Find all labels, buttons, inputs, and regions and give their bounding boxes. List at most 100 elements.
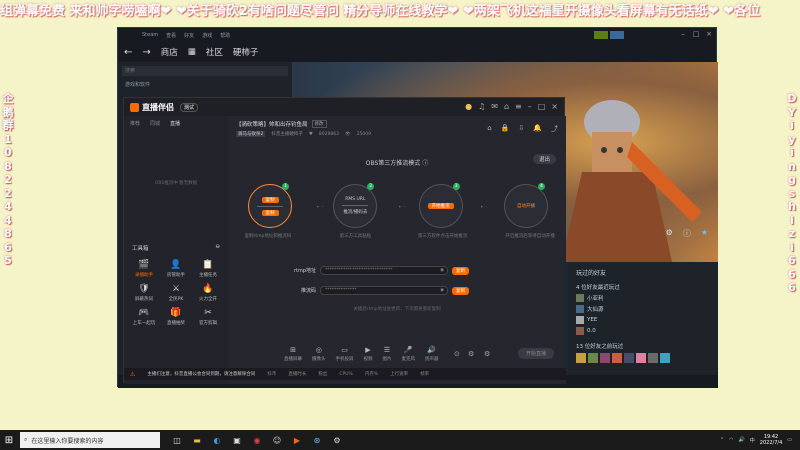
chrome-icon[interactable]: ◉ xyxy=(250,433,264,447)
rtmp-input[interactable]: ****************************** ◉ xyxy=(320,266,448,275)
volume-icon[interactable]: 🔊 xyxy=(739,437,745,443)
friend-avatar[interactable] xyxy=(636,353,646,363)
eye-icon[interactable]: ◉ xyxy=(440,287,444,295)
close-icon[interactable]: × xyxy=(551,102,558,111)
steam-menu-steam[interactable]: Steam xyxy=(142,32,158,38)
help-icon[interactable]: ⓘ xyxy=(422,160,428,167)
settings-icon[interactable]: ⚙ xyxy=(330,433,344,447)
menu-icon[interactable]: ≡ xyxy=(515,102,522,111)
close-icon[interactable]: × xyxy=(704,30,714,38)
back-arrow-icon[interactable]: ← xyxy=(124,47,132,58)
toolbox-item[interactable]: 🛡 屏蔽热词 xyxy=(128,284,160,302)
friend-avatar[interactable] xyxy=(576,353,586,363)
edge-browser-icon[interactable]: ◐ xyxy=(210,433,224,447)
friend-avatar[interactable] xyxy=(660,353,670,363)
steam-menu-help[interactable]: 帮助 xyxy=(220,32,230,39)
toolbox-item[interactable]: 🔥 火力全开 xyxy=(192,284,224,302)
version-badge[interactable]: 测试 xyxy=(180,102,199,112)
network-icon[interactable]: ◠ xyxy=(729,437,733,443)
friend-avatar[interactable] xyxy=(600,353,610,363)
tray-chevron-icon[interactable]: ⌃ xyxy=(720,437,724,443)
windows-start-icon[interactable]: ⊞ xyxy=(0,430,18,450)
steam-menu-games[interactable]: 游戏 xyxy=(202,32,212,39)
friend-item[interactable]: 大仙源 xyxy=(576,304,710,314)
qq-icon[interactable]: ☺ xyxy=(270,433,284,447)
live-app-icon[interactable]: ▶ xyxy=(290,433,304,447)
minimize-icon[interactable]: – xyxy=(678,30,688,38)
steam-nav-community[interactable]: 社区 xyxy=(206,46,223,58)
steam-menu-friends[interactable]: 好友 xyxy=(184,32,194,39)
edit-title-button[interactable]: 修改 xyxy=(311,120,327,128)
favorite-star-icon[interactable]: ★ xyxy=(701,228,708,239)
friend-avatar[interactable] xyxy=(612,353,622,363)
stream-key-input[interactable]: ************** ◉ xyxy=(320,286,448,295)
steam-nav-user[interactable]: 硬柿子 xyxy=(233,46,259,58)
toolbox-item[interactable]: 📋 主播任务 xyxy=(192,260,224,278)
source-tool-button[interactable]: ☰ 图片 xyxy=(383,346,392,362)
gear-icon[interactable]: ⚙ xyxy=(484,350,490,358)
steam-app-icon[interactable]: ⊛ xyxy=(310,433,324,447)
avatar-icon[interactable]: ● xyxy=(465,102,472,111)
copy-key-button[interactable]: 复制 xyxy=(452,286,469,295)
bag-icon[interactable]: ⌂ xyxy=(487,124,491,134)
download-icon[interactable]: ⇩ xyxy=(518,124,524,134)
share-icon[interactable]: ⤴ xyxy=(551,124,558,134)
collapse-icon[interactable]: ⊖ xyxy=(215,244,220,252)
tab-recommend[interactable]: 推荐 xyxy=(130,120,140,127)
source-tool-button[interactable]: 🔊 扬声器 xyxy=(425,346,439,362)
friend-avatar[interactable] xyxy=(624,353,634,363)
store-icon[interactable]: ▣ xyxy=(230,433,244,447)
library-icon[interactable]: ▦ xyxy=(188,47,196,57)
chat-icon[interactable]: ✉ xyxy=(491,102,498,111)
minimize-icon[interactable]: – xyxy=(528,102,532,111)
steam-search-input[interactable]: 搜索 xyxy=(122,66,288,76)
settings-gear-icon[interactable]: ⚙ xyxy=(666,228,673,239)
forward-arrow-icon[interactable]: → xyxy=(142,47,150,58)
tab-local[interactable]: 同城 xyxy=(150,120,160,127)
eye-icon[interactable]: ◉ xyxy=(440,267,444,275)
record-settings-icon[interactable]: ⚙ xyxy=(468,350,474,358)
source-tool-button[interactable]: ▭ 手机投屏 xyxy=(336,346,354,362)
headset-icon[interactable]: ♫ xyxy=(478,102,485,111)
start-live-button[interactable]: 开始直播 xyxy=(517,348,554,359)
source-tool-button[interactable]: ▶ 视频 xyxy=(364,346,373,362)
friend-avatar[interactable] xyxy=(648,353,658,363)
shirt-icon[interactable]: ⌂ xyxy=(504,102,509,111)
toolbox-item[interactable]: 🎮 上车一起玩 xyxy=(128,308,160,326)
tab-live[interactable]: 直播 xyxy=(170,120,180,127)
toolbox-item[interactable]: 🎬 录播助手 xyxy=(128,260,160,278)
steam-mail-badge[interactable] xyxy=(610,31,624,39)
toolbox-item[interactable]: 👤 房管助手 xyxy=(160,260,192,278)
source-tool-button[interactable]: 🎤 麦克风 xyxy=(402,346,416,362)
status-notice[interactable]: 主播们注意，抖音直播公会合同到期，请注意解除合同 xyxy=(147,371,255,377)
steam-nav-store[interactable]: 商店 xyxy=(161,46,178,58)
friend-avatar[interactable] xyxy=(588,353,598,363)
info-icon[interactable]: ⓘ xyxy=(683,228,691,239)
friend-item[interactable]: 小亚利 xyxy=(576,293,710,303)
steam-menu-view[interactable]: 查看 xyxy=(166,32,176,39)
notification-icon[interactable]: ▭ xyxy=(787,437,792,443)
maximize-icon[interactable]: □ xyxy=(691,30,701,38)
maximize-icon[interactable]: □ xyxy=(538,102,546,111)
friend-item[interactable]: 0.0 xyxy=(576,326,710,336)
room-category[interactable]: 骑马与砍杀2 xyxy=(236,131,266,137)
file-explorer-icon[interactable]: ▬ xyxy=(190,433,204,447)
copy-rtmp-button[interactable]: 复制 xyxy=(452,266,469,275)
ime-icon[interactable]: 中 xyxy=(750,437,755,444)
record-icon[interactable]: ⊙ xyxy=(454,350,460,358)
taskbar-clock[interactable]: 19:42 2022/7/4 xyxy=(760,434,782,447)
steam-notify-badge[interactable] xyxy=(594,31,608,39)
toolbox-item[interactable]: 🎁 直播抽奖 xyxy=(160,308,192,326)
lock-icon[interactable]: 🔒 xyxy=(501,124,510,134)
toolbox-item[interactable]: ✂ 官方剪辑 xyxy=(192,308,224,326)
taskbar-search-input[interactable]: ⌕ 在这里输入你要搜索的内容 xyxy=(20,432,160,448)
task-view-icon[interactable]: ◫ xyxy=(170,433,184,447)
toolbox-item[interactable]: ⚔ 全民PK xyxy=(160,284,192,302)
windows-taskbar: ⊞ ⌕ 在这里输入你要搜索的内容 ◫ ▬ ◐ ▣ ◉ ☺ ▶ ⊛ ⚙ ⌃ ◠ 🔊… xyxy=(0,430,800,450)
bell-icon[interactable]: 🔔 xyxy=(533,124,542,134)
source-tool-button[interactable]: ◎ 摄像头 xyxy=(312,346,326,362)
friend-item[interactable]: YEE xyxy=(576,315,710,325)
source-tool-button[interactable]: ⊞ 直播屏幕 xyxy=(284,346,302,362)
steam-category[interactable]: 游戏和软件 xyxy=(122,80,288,90)
exit-obs-button[interactable]: 退出 xyxy=(532,154,556,164)
